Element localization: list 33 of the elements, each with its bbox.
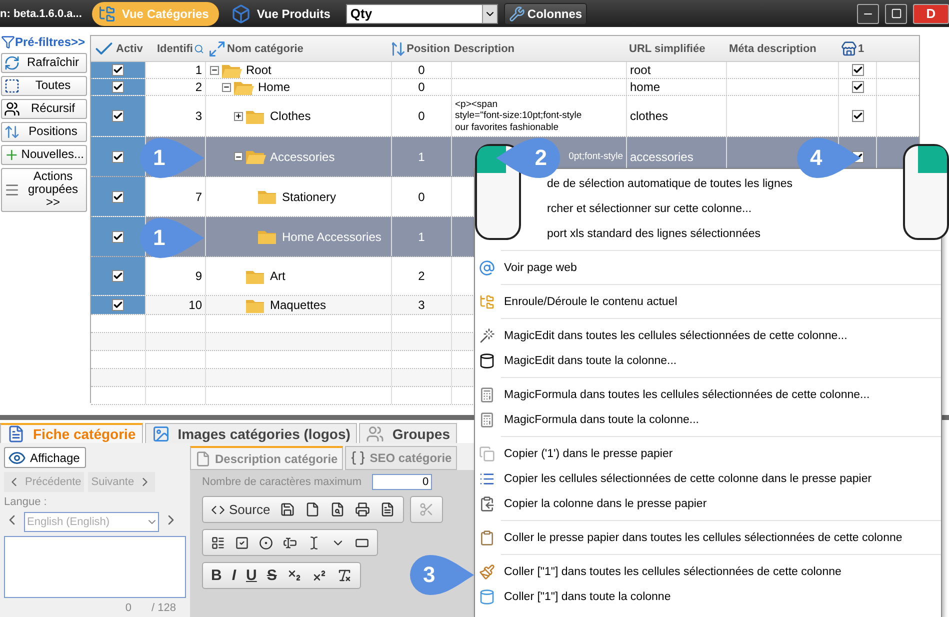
table-cell: 10: [188, 298, 202, 312]
table-cell: 1: [418, 230, 425, 244]
table-cell: 0: [418, 80, 425, 94]
table-cell: 1: [195, 63, 202, 77]
character-count: 0: [125, 602, 132, 614]
table-cell: 2: [418, 269, 425, 283]
table-cell: 0pt;font-style: [568, 150, 623, 162]
table-cell: 0: [418, 63, 425, 77]
table-cell: Home: [258, 80, 290, 94]
table-cell: Maquettes: [270, 298, 326, 312]
table-cell: 0: [418, 190, 425, 204]
table-cell: clothes: [630, 109, 668, 123]
table-cell: 7: [195, 190, 202, 204]
table-cell: root: [630, 63, 651, 77]
table-cell: Clothes: [270, 109, 311, 123]
table-cell: 3: [195, 109, 202, 123]
max-chars-label: Nombre de caractères maximum: [202, 476, 362, 488]
table-cell: Art: [270, 269, 286, 283]
version-label: n: beta.1.6.0.a...: [0, 8, 82, 20]
table-cell: 0: [418, 109, 425, 123]
table-cell: <p><span style="font-size:10pt;font-style our favorites fashionable: [455, 98, 582, 134]
table-cell: Accessories: [270, 150, 335, 164]
character-limit: / 128: [152, 602, 176, 614]
table-cell: 3: [418, 298, 425, 312]
table-cell: Stationery: [282, 190, 336, 204]
table-cell: accessories: [630, 150, 694, 164]
table-cell: Home Accessories: [282, 230, 382, 244]
language-label: Langue :: [4, 496, 48, 508]
table-cell: Root: [246, 63, 272, 77]
table-cell: 1: [418, 150, 425, 164]
table-cell: 9: [195, 269, 202, 283]
table-cell: 2: [195, 80, 202, 94]
table-cell: home: [630, 80, 660, 94]
